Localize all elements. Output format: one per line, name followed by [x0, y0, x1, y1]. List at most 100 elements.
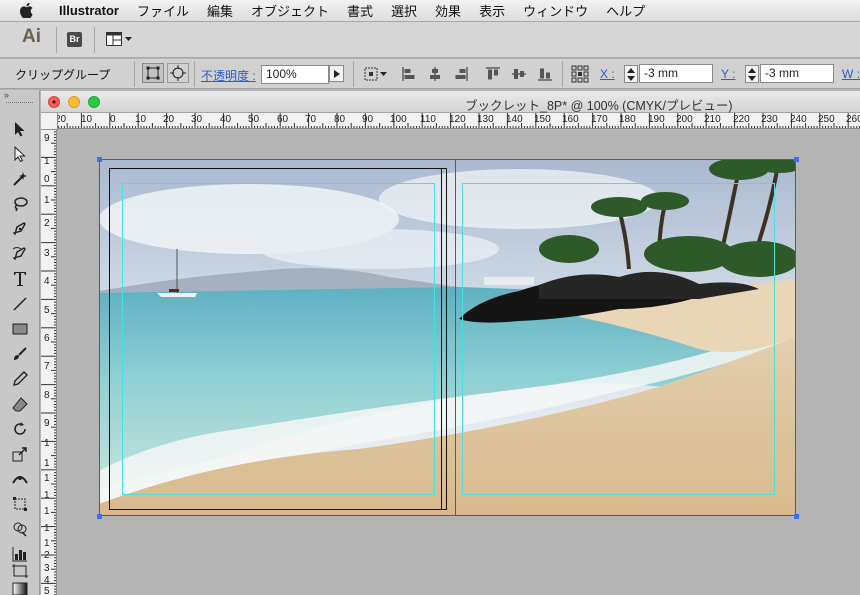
ruler-label: 30 — [191, 114, 203, 125]
y-field[interactable]: -3 mm — [760, 64, 834, 83]
ruler-label: 1 — [44, 523, 50, 534]
direct-selection-tool[interactable] — [7, 143, 33, 165]
x-label[interactable]: X : — [600, 67, 615, 81]
pencil-tool[interactable] — [7, 368, 33, 390]
type-tool[interactable] — [7, 268, 33, 290]
ruler-label: 0 — [44, 174, 50, 185]
selection-handle[interactable] — [794, 514, 799, 519]
menu-effect[interactable]: 効果 — [426, 1, 470, 20]
lasso-tool[interactable] — [7, 193, 33, 215]
selection-handle[interactable] — [794, 157, 799, 162]
paintbrush-tool[interactable] — [7, 343, 33, 365]
gradient-icon — [12, 582, 28, 595]
triangle-right-icon — [334, 69, 340, 78]
opacity-field[interactable]: 100% — [261, 65, 329, 84]
panel-grip[interactable] — [6, 102, 33, 106]
vertical-ruler[interactable]: 9 1 0 1 2 3 4 5 6 7 8 9 1 1 1 1 1 1 1 2 … — [41, 129, 57, 595]
menu-window[interactable]: ウィンドウ — [514, 1, 597, 20]
artboard-spread[interactable] — [99, 159, 796, 516]
magic-wand-tool[interactable] — [7, 168, 33, 190]
eraser-icon — [12, 397, 28, 412]
align-vcenter-button[interactable] — [510, 65, 528, 83]
selection-arrow-icon — [15, 122, 25, 137]
align-top-button[interactable] — [484, 65, 502, 83]
menu-object[interactable]: オブジェクト — [242, 1, 338, 20]
gradient-tool[interactable] — [7, 578, 33, 595]
reference-point-button[interactable] — [570, 64, 590, 84]
eraser-tool[interactable] — [7, 393, 33, 415]
document-canvas[interactable] — [58, 130, 860, 595]
curvature-tool[interactable] — [7, 243, 33, 265]
menu-type[interactable]: 書式 — [338, 1, 382, 20]
y-label[interactable]: Y : — [721, 67, 735, 81]
align-bottom-icon — [538, 68, 552, 81]
ruler-label: 5 — [44, 305, 50, 316]
opacity-label[interactable]: 不透明度 : — [201, 67, 256, 84]
pen-tool[interactable] — [7, 218, 33, 240]
menu-edit[interactable]: 編集 — [198, 1, 242, 20]
ruler-label: 3 — [44, 563, 50, 574]
ruler-label: 80 — [334, 114, 346, 125]
scale-tool[interactable] — [7, 443, 33, 465]
align-right-icon — [455, 67, 468, 81]
shape-builder-tool[interactable] — [7, 518, 33, 540]
rectangle-tool[interactable] — [7, 318, 33, 340]
ruler-label: 3 — [44, 248, 50, 259]
illustrator-logo: Ai — [22, 26, 41, 47]
ruler-label: 9 — [44, 418, 50, 429]
arrange-documents-button[interactable] — [106, 32, 132, 46]
minimize-button[interactable] — [68, 96, 80, 108]
width-tool[interactable] — [7, 468, 33, 490]
edit-clipping-path-button[interactable] — [142, 63, 164, 83]
menubar: Illustrator ファイル 編集 オブジェクト 書式 選択 効果 表示 ウ… — [0, 0, 860, 22]
ruler-label: 2 — [44, 550, 50, 561]
reference-point-icon — [571, 65, 589, 83]
align-bottom-button[interactable] — [536, 65, 554, 83]
menu-view[interactable]: 表示 — [470, 1, 514, 20]
ruler-label: 260 — [846, 114, 860, 125]
align-left-button[interactable] — [400, 65, 418, 83]
ruler-label: 0 — [110, 114, 116, 125]
line-tool[interactable] — [7, 293, 33, 315]
recolor-artwork-button[interactable] — [362, 65, 390, 83]
line-segment-icon — [13, 297, 27, 311]
artboard-icon — [12, 564, 28, 578]
close-button[interactable] — [48, 96, 60, 108]
apple-icon[interactable] — [20, 3, 42, 18]
horizontal-ruler[interactable]: 20 10 0 10 20 30 40 50 60 70 80 90 100 1… — [41, 113, 860, 129]
ruler-label: 50 — [248, 114, 260, 125]
x-field[interactable]: -3 mm — [639, 64, 713, 83]
chevron-up-icon — [627, 67, 635, 73]
ruler-label: 5 — [44, 586, 50, 595]
x-stepper[interactable] — [624, 65, 638, 83]
lasso-icon — [14, 197, 28, 212]
zoom-button[interactable] — [88, 96, 100, 108]
menu-app-name[interactable]: Illustrator — [50, 3, 128, 18]
bridge-button[interactable]: Br — [67, 32, 82, 47]
opacity-popup-button[interactable] — [329, 65, 344, 82]
free-transform-tool[interactable] — [7, 493, 33, 515]
panel-collapse-icon[interactable]: » — [0, 90, 39, 100]
align-hcenter-button[interactable] — [426, 65, 444, 83]
selection-tool[interactable] — [7, 118, 33, 140]
ruler-label: 9 — [44, 133, 50, 144]
align-right-button[interactable] — [452, 65, 470, 83]
ruler-origin[interactable] — [41, 113, 58, 130]
ruler-label: 1 — [44, 490, 50, 501]
rotate-tool[interactable] — [7, 418, 33, 440]
selection-handle[interactable] — [97, 514, 102, 519]
w-label[interactable]: W : — [842, 67, 860, 81]
ruler-label: 10 — [81, 114, 93, 125]
paintbrush-icon — [14, 347, 27, 360]
menu-help[interactable]: ヘルプ — [597, 1, 654, 20]
edit-contents-button[interactable] — [167, 63, 189, 83]
y-stepper[interactable] — [745, 65, 759, 83]
ruler-label: 40 — [220, 114, 232, 125]
selection-handle[interactable] — [97, 157, 102, 162]
menu-file[interactable]: ファイル — [128, 1, 198, 20]
document-titlebar[interactable]: ブックレット_8P* @ 100% (CMYK/プレビュー) — [41, 91, 860, 113]
clipping-path-icon — [146, 66, 160, 80]
menu-select[interactable]: 選択 — [382, 1, 426, 20]
ruler-label: 20 — [163, 114, 175, 125]
ruler-label: 240 — [790, 114, 807, 125]
